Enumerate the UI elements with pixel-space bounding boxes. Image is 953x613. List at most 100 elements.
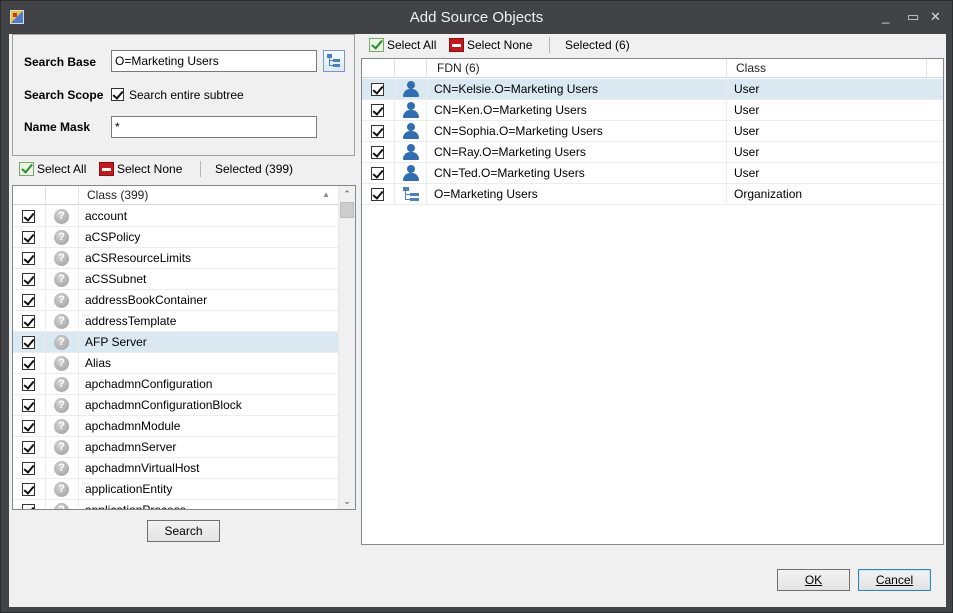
row-checkbox[interactable] xyxy=(22,483,35,496)
class-list-row[interactable]: ? applicationEntity xyxy=(13,479,339,500)
row-checkbox-cell[interactable] xyxy=(13,206,46,227)
row-checkbox[interactable] xyxy=(22,462,35,475)
row-checkbox-cell[interactable] xyxy=(362,184,395,205)
row-checkbox[interactable] xyxy=(22,252,35,265)
result-row[interactable]: CN=Ted.O=Marketing Users User xyxy=(362,163,943,184)
row-checkbox-cell[interactable] xyxy=(362,142,395,163)
row-checkbox[interactable] xyxy=(22,294,35,307)
row-checkbox[interactable] xyxy=(22,315,35,328)
search-button[interactable]: Search xyxy=(147,520,220,542)
results-toolbar: Select All Select None Selected (6) xyxy=(369,34,669,58)
row-checkbox-cell[interactable] xyxy=(13,416,46,437)
cancel-button[interactable]: Cancel xyxy=(858,569,931,591)
row-checkbox-cell[interactable] xyxy=(13,458,46,479)
select-none-classes-button[interactable]: Select None xyxy=(99,158,189,180)
row-checkbox-cell[interactable] xyxy=(13,374,46,395)
class-list-row[interactable]: ? apchadmnConfigurationBlock xyxy=(13,395,339,416)
result-row[interactable]: CN=Ray.O=Marketing Users User xyxy=(362,142,943,163)
class-list-row[interactable]: ? account xyxy=(13,206,339,227)
class-list-row[interactable]: ? Alias xyxy=(13,353,339,374)
row-checkbox-cell[interactable] xyxy=(362,121,395,142)
scroll-thumb[interactable] xyxy=(340,202,354,218)
row-checkbox-cell[interactable] xyxy=(13,311,46,332)
row-checkbox-cell[interactable] xyxy=(13,290,46,311)
search-subtree-checkbox[interactable] xyxy=(111,88,124,101)
minimize-button[interactable]: _ xyxy=(882,10,889,23)
row-checkbox[interactable] xyxy=(22,504,35,509)
row-checkbox[interactable] xyxy=(22,210,35,223)
class-list-row[interactable]: ? aCSPolicy xyxy=(13,227,339,248)
row-checkbox[interactable] xyxy=(371,146,384,159)
window-title: Add Source Objects xyxy=(409,9,544,26)
select-none-results-button[interactable]: Select None xyxy=(449,34,539,56)
row-checkbox-cell[interactable] xyxy=(362,100,395,121)
row-checkbox-cell[interactable] xyxy=(362,79,395,100)
row-checkbox[interactable] xyxy=(371,104,384,117)
maximize-button[interactable]: ▭ xyxy=(907,10,919,23)
class-list-row[interactable]: ? applicationProcess xyxy=(13,500,339,509)
row-checkbox-cell[interactable] xyxy=(13,353,46,374)
search-base-label: Search Base xyxy=(24,55,97,69)
select-all-results-button[interactable]: Select All xyxy=(369,34,439,56)
row-checkbox-cell[interactable] xyxy=(13,248,46,269)
row-checkbox-cell[interactable] xyxy=(13,479,46,500)
row-checkbox[interactable] xyxy=(22,378,35,391)
search-base-input[interactable]: O=Marketing Users xyxy=(111,50,317,72)
name-mask-input[interactable]: * xyxy=(111,116,317,138)
title-bar[interactable]: Add Source Objects _ ▭ ✕ xyxy=(1,1,952,34)
ok-button[interactable]: OK xyxy=(777,569,850,591)
select-all-classes-button[interactable]: Select All xyxy=(19,158,89,180)
row-checkbox-cell[interactable] xyxy=(13,395,46,416)
row-checkbox[interactable] xyxy=(371,188,384,201)
row-checkbox[interactable] xyxy=(22,357,35,370)
row-checkbox-cell[interactable] xyxy=(13,437,46,458)
icon-column-header[interactable] xyxy=(46,186,79,205)
fdn-cell: CN=Ted.O=Marketing Users xyxy=(427,163,727,184)
row-checkbox[interactable] xyxy=(22,399,35,412)
result-row[interactable]: CN=Kelsie.O=Marketing Users User xyxy=(362,79,943,100)
class-column-header[interactable]: Class xyxy=(727,59,927,78)
row-checkbox[interactable] xyxy=(371,83,384,96)
close-button[interactable]: ✕ xyxy=(930,10,941,23)
row-checkbox[interactable] xyxy=(22,420,35,433)
row-checkbox[interactable] xyxy=(22,273,35,286)
results-grid: FDN (6) Class CN=Kelsie.O=Marketing User… xyxy=(361,58,944,545)
class-name-cell: apchadmnVirtualHost xyxy=(85,461,200,475)
class-list-row[interactable]: ? apchadmnConfiguration xyxy=(13,374,339,395)
result-row[interactable]: CN=Sophia.O=Marketing Users User xyxy=(362,121,943,142)
class-list-row[interactable]: ? apchadmnVirtualHost xyxy=(13,458,339,479)
class-list-row[interactable]: ? aCSResourceLimits xyxy=(13,248,339,269)
row-checkbox[interactable] xyxy=(371,167,384,180)
class-list-scrollbar[interactable]: ⌃ ⌄ xyxy=(338,186,355,509)
class-list-row[interactable]: ? AFP Server xyxy=(13,332,339,353)
row-checkbox[interactable] xyxy=(22,336,35,349)
class-list-row[interactable]: ? addressBookContainer xyxy=(13,290,339,311)
unknown-class-icon: ? xyxy=(54,230,69,245)
result-row[interactable]: O=Marketing Users Organization xyxy=(362,184,943,205)
checkbox-column-header[interactable] xyxy=(362,59,395,78)
row-checkbox-cell[interactable] xyxy=(13,227,46,248)
row-checkbox-cell[interactable] xyxy=(13,500,46,509)
row-checkbox[interactable] xyxy=(22,441,35,454)
row-checkbox-cell[interactable] xyxy=(362,163,395,184)
result-row[interactable]: CN=Ken.O=Marketing Users User xyxy=(362,100,943,121)
row-checkbox-cell[interactable] xyxy=(13,269,46,290)
class-list-row[interactable]: ? apchadmnServer xyxy=(13,437,339,458)
class-list-row[interactable]: ? aCSSubnet xyxy=(13,269,339,290)
checkbox-column-header[interactable] xyxy=(13,186,46,205)
search-parameters-panel: Search Base O=Marketing Users Search Sco… xyxy=(12,34,355,156)
row-checkbox-cell[interactable] xyxy=(13,332,46,353)
class-list-row[interactable]: ? addressTemplate xyxy=(13,311,339,332)
class-column-header[interactable]: Class (399) ▲ xyxy=(79,186,339,205)
fdn-column-header[interactable]: FDN (6) xyxy=(427,59,727,78)
fdn-cell: CN=Sophia.O=Marketing Users xyxy=(427,121,727,142)
scroll-down-arrow-icon[interactable]: ⌄ xyxy=(339,493,355,509)
scroll-up-arrow-icon[interactable]: ⌃ xyxy=(339,186,355,202)
class-list-grid: Class (399) ▲ ? account? aCSPolicy? aCSReso… xyxy=(12,185,356,510)
icon-column-header[interactable] xyxy=(395,59,427,78)
row-checkbox[interactable] xyxy=(22,231,35,244)
browse-tree-button[interactable] xyxy=(323,50,345,72)
row-checkbox[interactable] xyxy=(371,125,384,138)
class-column-label: Class (399) xyxy=(87,188,149,202)
class-list-row[interactable]: ? apchadmnModule xyxy=(13,416,339,437)
